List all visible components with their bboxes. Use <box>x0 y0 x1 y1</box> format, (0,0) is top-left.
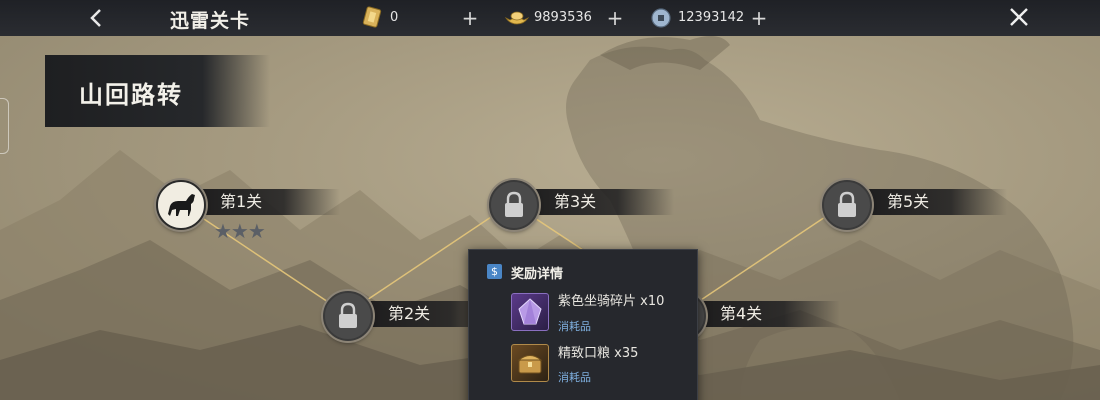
reward-item-name: 精致口粮 x35 <box>558 346 639 361</box>
level-4-label: 第4关 <box>720 304 763 323</box>
chapter-title: 山回路转 <box>79 80 183 109</box>
coin-count: 12393142 <box>678 10 745 25</box>
chapter-banner: 山回路转 <box>45 55 270 127</box>
level-1-label: 第1关 <box>220 192 263 211</box>
level-2-label: 第2关 <box>388 304 431 323</box>
add-coin-button[interactable]: + <box>746 5 772 31</box>
resource-coin: 12393142 <box>650 8 760 28</box>
horse-icon <box>168 194 195 216</box>
gold-ingot-icon <box>504 11 530 25</box>
lock-icon <box>505 191 523 217</box>
reward-item-name: 紫色坐骑碎片 x10 <box>558 294 665 309</box>
top-bar: 迅雷关卡 0 + 9893536 + 12393142 + <box>0 0 1100 36</box>
game-stage: 迅雷关卡 0 + 9893536 + 12393142 + 山回路转 第1关 ★… <box>0 0 1100 400</box>
chevron-left-icon <box>90 9 101 27</box>
money-bag-icon: $ <box>487 264 502 279</box>
crystal-shard-graphic <box>518 298 542 325</box>
level-3-label: 第3关 <box>554 192 597 211</box>
page-title: 迅雷关卡 <box>170 10 251 32</box>
level-5-label: 第5关 <box>887 192 930 211</box>
level-3-node[interactable] <box>489 180 539 230</box>
reward-popup-title: 奖励详情 <box>511 267 564 282</box>
resource-gold-ticket: 0 <box>362 6 462 28</box>
add-gold-ticket-button[interactable]: + <box>457 5 483 31</box>
add-gold-ingot-button[interactable]: + <box>602 5 628 31</box>
reward-item-type: 消耗品 <box>558 320 591 333</box>
lock-icon <box>339 302 357 328</box>
resource-gold-ingot: 9893536 <box>504 8 614 28</box>
level-1-node[interactable] <box>156 180 206 230</box>
level-1-stars: ★★★ <box>214 219 266 243</box>
gold-ticket-count: 0 <box>390 10 399 25</box>
reward-details-popup: $ 奖励详情 紫色坐骑碎片 x10 消耗品 精致口粮 x35 消耗品 <box>468 249 698 400</box>
reward-item-type: 消耗品 <box>558 371 591 384</box>
level-2-node[interactable] <box>323 291 373 341</box>
side-drawer-tab[interactable] <box>0 98 9 154</box>
level-5-node[interactable] <box>822 180 872 230</box>
back-button[interactable] <box>84 4 110 32</box>
ration-chest-icon[interactable] <box>511 344 549 382</box>
purple-mount-shard-icon[interactable] <box>511 293 549 331</box>
close-icon <box>1010 8 1028 26</box>
gold-ingot-count: 9893536 <box>534 10 592 25</box>
close-button[interactable] <box>1004 4 1034 32</box>
chest-graphic <box>517 355 543 374</box>
lock-icon <box>838 191 856 217</box>
gold-ticket-icon <box>362 6 382 28</box>
coin-icon <box>651 8 671 28</box>
